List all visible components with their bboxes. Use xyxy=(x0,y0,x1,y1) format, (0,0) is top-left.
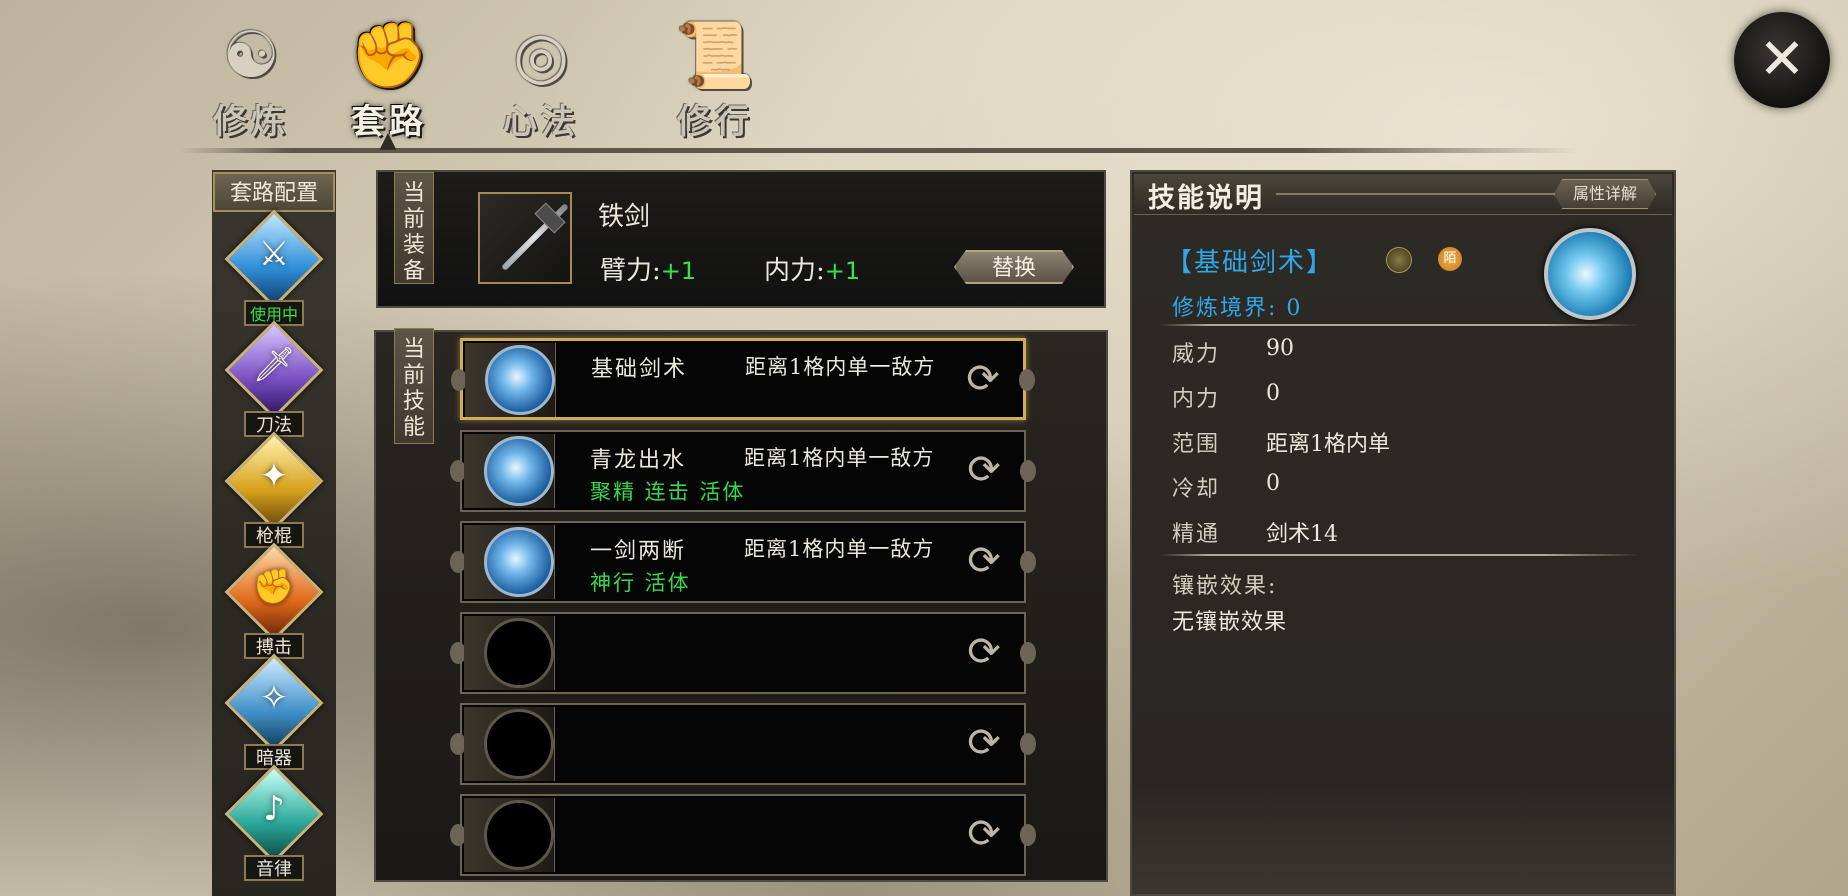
equipment-tag: 当前装备 xyxy=(394,172,434,284)
skill-orb-icon xyxy=(484,436,554,506)
row-ornament xyxy=(1020,642,1036,664)
replace-button[interactable]: 替换 xyxy=(954,250,1074,284)
prop-value-power: 90 xyxy=(1266,336,1294,361)
cultivate-icon: ☯ xyxy=(222,19,280,93)
trait-badge-icon: 陌 xyxy=(1438,247,1462,271)
skill-name: 一剑两断 xyxy=(590,539,687,564)
skill-tags: 神行 活体 xyxy=(590,571,691,595)
category-title: 套路配置 xyxy=(213,172,335,212)
skill-name: 基础剑术 xyxy=(591,357,688,382)
stat-strength: 臂力:+1 xyxy=(600,250,696,287)
skill-large-icon xyxy=(1544,228,1636,320)
staff-icon: ✦ xyxy=(259,456,289,496)
skills-tag: 当前技能 xyxy=(394,328,434,444)
skill-range: 距离1格内单一敌方 xyxy=(744,537,935,561)
prop-value-mastery: 剑术14 xyxy=(1266,522,1338,547)
prop-label-range: 范围 xyxy=(1172,432,1221,457)
attribute-detail-button[interactable]: 属性详解 xyxy=(1554,179,1656,209)
stat-label: 内力: xyxy=(764,256,825,286)
category-music[interactable]: ♪ 音律 xyxy=(222,764,326,883)
fist-icon: ✊ xyxy=(252,567,296,607)
skill-orb-icon xyxy=(485,345,555,415)
prop-label-mastery: 精通 xyxy=(1172,522,1221,547)
empty-slot-icon xyxy=(484,709,554,779)
prop-label-cooldown: 冷却 xyxy=(1172,477,1221,502)
category-staff[interactable]: ✦ 枪棍 xyxy=(222,431,326,550)
category-label: 音律 xyxy=(244,855,304,881)
tab-practice[interactable]: 📜 修行 xyxy=(660,18,770,142)
stat-inner-power: 内力:+1 xyxy=(764,250,860,287)
prop-value-range: 距离1格内单 xyxy=(1266,432,1390,457)
skill-row-empty[interactable]: ⟳ xyxy=(450,794,1036,876)
divider xyxy=(1160,554,1640,556)
swirl-icon: ◎ xyxy=(513,19,569,93)
skill-row[interactable]: 青龙出水 距离1格内单一敌方 聚精 连击 活体 ⟳ xyxy=(450,430,1036,512)
weapon-slot[interactable] xyxy=(478,192,572,284)
row-ornament xyxy=(1020,824,1036,846)
row-ornament xyxy=(1020,460,1036,482)
inlay-label: 镶嵌效果: xyxy=(1172,574,1278,599)
skill-row[interactable]: 一剑两断 距离1格内单一敌方 神行 活体 ⟳ xyxy=(450,521,1036,603)
tab-label: 心法 xyxy=(503,102,579,142)
swap-icon[interactable]: ⟳ xyxy=(962,448,1006,492)
prop-label-power: 威力 xyxy=(1172,342,1221,367)
skill-range: 距离1格内单一敌方 xyxy=(744,446,935,470)
skill-orb-icon xyxy=(484,527,554,597)
sword-icon: ⚔ xyxy=(258,234,290,274)
weapon-type-icon xyxy=(1386,247,1412,273)
row-ornament xyxy=(1020,733,1036,755)
tab-label: 修炼 xyxy=(213,102,289,142)
prop-value-cooldown: 0 xyxy=(1266,471,1280,496)
weapon-name: 铁剑 xyxy=(598,202,651,232)
prop-label-inner-power: 内力 xyxy=(1172,387,1221,412)
swap-icon[interactable]: ⟳ xyxy=(962,812,1006,856)
skill-row[interactable]: 基础剑术 距离1格内单一敌方 ⟳ xyxy=(451,338,1035,420)
close-button[interactable]: ✕ xyxy=(1734,12,1830,108)
music-icon: ♪ xyxy=(263,789,285,829)
skill-range: 距离1格内单一敌方 xyxy=(745,355,936,379)
stat-value: +1 xyxy=(824,257,861,285)
skill-tags: 聚精 连击 活体 xyxy=(590,480,746,504)
skill-name: 青龙出水 xyxy=(590,448,687,473)
category-fist[interactable]: ✊ 搏击 xyxy=(222,542,326,661)
category-hidden-weapon[interactable]: ✧ 暗器 xyxy=(222,653,326,772)
skill-row-empty[interactable]: ⟳ xyxy=(450,703,1036,785)
row-ornament xyxy=(1019,369,1035,391)
category-sword[interactable]: ⚔ 使用中 xyxy=(222,209,326,328)
swap-icon[interactable]: ⟳ xyxy=(962,539,1006,583)
swap-icon[interactable]: ⟳ xyxy=(961,357,1005,401)
blade-icon: 🗡 xyxy=(252,345,296,385)
category-blade[interactable]: 🗡 刀法 xyxy=(222,320,326,439)
tab-routine[interactable]: ✊ 套路 xyxy=(334,18,444,142)
fist-icon: ✊ xyxy=(349,19,429,93)
dart-icon: ✧ xyxy=(259,678,289,718)
divider xyxy=(1160,324,1640,326)
tab-label: 修行 xyxy=(677,102,753,142)
empty-slot-icon xyxy=(484,800,554,870)
active-tab-pointer-icon: ▲ xyxy=(379,128,397,153)
inlay-value: 无镶嵌效果 xyxy=(1172,610,1288,635)
tab-cultivate[interactable]: ☯ 修炼 xyxy=(196,18,306,142)
swap-icon[interactable]: ⟳ xyxy=(962,630,1006,674)
prop-value-inner-power: 0 xyxy=(1266,381,1280,406)
tab-mind-method[interactable]: ◎ 心法 xyxy=(486,18,596,142)
header-divider xyxy=(1276,193,1556,195)
skill-title: 【基础剑术】 xyxy=(1166,248,1335,278)
empty-slot-icon xyxy=(484,618,554,688)
row-ornament xyxy=(1020,551,1036,573)
skill-row-empty[interactable]: ⟳ xyxy=(450,612,1036,694)
stat-value: +1 xyxy=(660,257,697,285)
cultivation-realm: 修炼境界: 0 xyxy=(1172,296,1303,321)
description-title: 技能说明 xyxy=(1148,183,1264,214)
swap-icon[interactable]: ⟳ xyxy=(962,721,1006,765)
scroll-icon: 📜 xyxy=(675,19,755,93)
stat-label: 臂力: xyxy=(600,256,661,286)
